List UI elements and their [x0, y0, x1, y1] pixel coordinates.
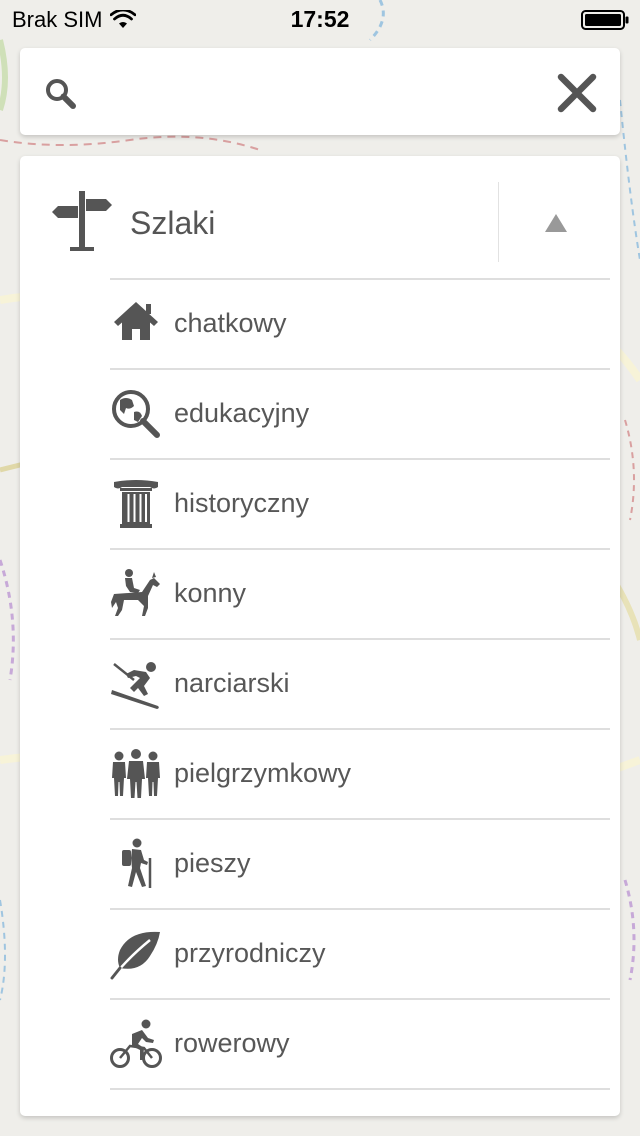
list-item-label: narciarski — [174, 668, 290, 698]
signpost-icon — [52, 191, 112, 251]
triangle-up-icon — [545, 214, 567, 232]
list-item-historyczny[interactable]: historyczny — [110, 460, 610, 550]
battery-icon — [581, 10, 629, 30]
cyclist-icon — [110, 1019, 162, 1068]
list-item-label: przyrodniczy — [174, 938, 326, 968]
list-item-chatkowy[interactable]: chatkowy — [110, 280, 610, 370]
group-people-icon — [112, 749, 160, 798]
status-bar: Brak SIM 17:52 — [0, 0, 640, 40]
horse-rider-icon — [111, 569, 160, 616]
list-item-rowerowy[interactable]: rowerowy — [110, 1000, 610, 1090]
clear-search-button[interactable] — [552, 70, 602, 116]
trail-type-list: chatkowy edukacyjny historyczny konny na… — [110, 278, 610, 1090]
list-item-label: pieszy — [174, 848, 251, 878]
header-divider — [498, 182, 499, 262]
list-item-narciarski[interactable]: narciarski — [110, 640, 610, 730]
search-icon — [46, 79, 76, 109]
list-item-label: pielgrzymkowy — [174, 758, 352, 788]
list-item-label: historyczny — [174, 488, 310, 518]
list-item-przyrodniczy[interactable]: przyrodniczy — [110, 910, 610, 1000]
skier-icon — [111, 662, 159, 709]
list-item-pielgrzymkowy[interactable]: pielgrzymkowy — [110, 730, 610, 820]
list-item-label: rowerowy — [174, 1028, 290, 1058]
list-item-label: edukacyjny — [174, 398, 310, 428]
collapse-button[interactable] — [500, 182, 610, 262]
leaf-icon — [110, 931, 160, 980]
house-icon — [114, 302, 158, 340]
hiker-icon — [122, 838, 152, 888]
list-item-edukacyjny[interactable]: edukacyjny — [110, 370, 610, 460]
status-time: 17:52 — [290, 6, 350, 32]
globe-magnifier-icon — [112, 390, 160, 438]
list-item-label: chatkowy — [174, 308, 287, 338]
search-input[interactable] — [92, 66, 536, 120]
column-icon — [114, 480, 158, 528]
close-icon — [557, 73, 597, 113]
panel-title: Szlaki — [130, 205, 216, 241]
list-item-konny[interactable]: konny — [110, 550, 610, 640]
list-item-label: konny — [174, 578, 247, 608]
list-item-pieszy[interactable]: pieszy — [110, 820, 610, 910]
